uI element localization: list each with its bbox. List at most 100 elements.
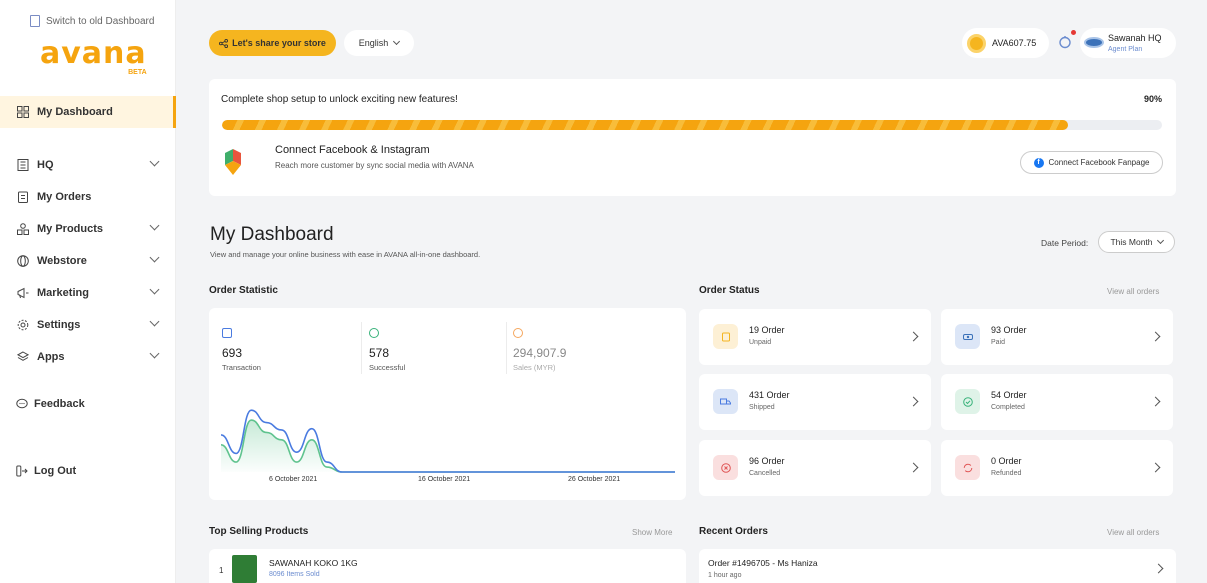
share-store-label: Let's share your store	[232, 38, 326, 48]
chevron-down-icon	[1156, 236, 1164, 245]
order-count: 431 Order	[749, 390, 790, 400]
logout-label: Log Out	[34, 465, 77, 477]
top-selling-title: Top Selling Products	[209, 526, 309, 537]
order-chart	[220, 409, 675, 473]
order-status-label: Cancelled	[749, 470, 781, 477]
notification-icon[interactable]	[1058, 35, 1072, 49]
chevron-right-icon	[1150, 462, 1161, 473]
sidebar-item-my-orders[interactable]: My Orders	[0, 181, 176, 212]
sidebar-item-webstore[interactable]: Webstore	[0, 245, 176, 276]
chevron-down-icon	[149, 284, 160, 295]
setup-card: Complete shop setup to unlock exciting n…	[209, 79, 1176, 196]
profile-menu[interactable]: Sawanah HQ Agent Plan	[1080, 28, 1176, 58]
unpaid-icon	[713, 324, 738, 349]
sidebar-item-marketing[interactable]: Marketing	[0, 277, 176, 308]
chevron-down-icon	[149, 316, 160, 327]
show-more-link[interactable]: Show More	[632, 528, 672, 537]
logo-text: avana	[40, 36, 147, 71]
date-period-select[interactable]: This Month	[1098, 231, 1175, 253]
setup-title: Complete shop setup to unlock exciting n…	[221, 94, 458, 105]
sidebar-item-my-products[interactable]: My Products	[0, 213, 176, 244]
order-status-refunded[interactable]: 0 Order Refunded	[941, 440, 1173, 496]
facebook-icon: f	[1033, 157, 1044, 168]
chevron-right-icon	[1153, 563, 1164, 574]
order-status-title: Order Status	[699, 285, 760, 296]
page-subtitle: View and manage your online business wit…	[210, 250, 481, 259]
order-status-paid[interactable]: 93 Order Paid	[941, 309, 1173, 365]
date-period-label: Date Period:	[1041, 238, 1089, 248]
switch-icon	[30, 15, 40, 27]
order-status-completed[interactable]: 54 Order Completed	[941, 374, 1173, 430]
gear-icon	[16, 318, 29, 331]
divider	[361, 322, 362, 374]
recent-order-row[interactable]: Order #1496705 - Ms Haniza 1 hour ago	[699, 549, 1176, 583]
product-rank: 1	[219, 566, 224, 575]
order-count: 19 Order	[749, 325, 785, 335]
profile-plan: Agent Plan	[1108, 46, 1143, 53]
grid-icon	[16, 106, 29, 119]
logout-icon	[16, 465, 28, 477]
setup-progress-bar	[222, 120, 1162, 130]
order-count: 54 Order	[991, 390, 1027, 400]
sales-icon	[513, 328, 523, 338]
cancel-icon	[713, 455, 738, 480]
notification-dot	[1071, 30, 1076, 35]
order-count: 96 Order	[749, 456, 785, 466]
chevron-down-icon	[393, 37, 401, 46]
connect-facebook-button[interactable]: f Connect Facebook Fanpage	[1020, 151, 1163, 174]
view-all-recent-orders-link[interactable]: View all orders	[1107, 528, 1159, 537]
order-statistic-card: 693 Transaction 578 Successful 294,907.9…	[209, 308, 686, 500]
boxes-icon	[16, 222, 29, 235]
stat-successful: 578 Successful	[369, 328, 405, 372]
logout-button[interactable]: Log Out	[16, 465, 76, 477]
stat-value: 578	[369, 346, 390, 360]
switch-old-dashboard-link[interactable]: Switch to old Dashboard	[30, 15, 154, 27]
order-status-label: Shipped	[749, 404, 775, 411]
recent-order-title: Order #1496705 - Ms Haniza	[708, 558, 818, 568]
paid-icon	[955, 324, 980, 349]
sidebar-item-apps[interactable]: Apps	[0, 341, 176, 372]
avana-logo[interactable]: avana BETA	[40, 36, 147, 76]
feedback-button[interactable]: Feedback	[16, 398, 85, 410]
date-tick-label: 26 October 2021	[568, 476, 621, 483]
order-statistic-title: Order Statistic	[209, 285, 278, 296]
order-status-label: Unpaid	[749, 339, 772, 346]
sidebar-item-label: My Dashboard	[37, 106, 113, 118]
feedback-label: Feedback	[34, 398, 85, 410]
language-select[interactable]: English	[344, 30, 414, 56]
sidebar-nav: My Dashboard HQ My Orders My Products We…	[0, 96, 176, 373]
stat-label: Successful	[369, 363, 406, 372]
chat-icon	[16, 398, 28, 409]
sidebar: Switch to old Dashboard avana BETA My Da…	[0, 0, 176, 583]
connect-title: Connect Facebook & Instagram	[275, 144, 430, 156]
chevron-right-icon	[908, 396, 919, 407]
recent-order-time: 1 hour ago	[708, 572, 742, 579]
page-title: My Dashboard	[210, 224, 334, 245]
share-icon	[219, 38, 229, 48]
share-store-button[interactable]: Let's share your store	[209, 30, 336, 56]
sidebar-item-hq[interactable]: HQ	[0, 149, 176, 180]
order-count: 93 Order	[991, 325, 1027, 335]
language-value: English	[358, 38, 389, 48]
product-sold-count: 8096 Items Sold	[269, 571, 320, 578]
sidebar-item-label: My Orders	[37, 190, 92, 203]
sidebar-item-settings[interactable]: Settings	[0, 309, 176, 340]
profile-name: Sawanah HQ	[1108, 33, 1162, 43]
sidebar-item-my-dashboard[interactable]: My Dashboard	[0, 96, 176, 128]
product-thumbnail	[232, 555, 257, 583]
product-row[interactable]: 1 SAWANAH KOKO 1KG 8096 Items Sold	[209, 549, 686, 583]
truck-icon	[713, 389, 738, 414]
setup-percent: 90%	[1143, 94, 1162, 104]
balance-chip[interactable]: AVA607.75	[962, 28, 1049, 58]
chevron-down-icon	[149, 252, 160, 263]
chevron-down-icon	[149, 156, 160, 167]
sidebar-item-label: HQ	[37, 158, 54, 171]
view-all-orders-link[interactable]: View all orders	[1107, 287, 1159, 296]
connect-subtitle: Reach more customer by sync social media…	[275, 161, 474, 170]
recent-orders-title: Recent Orders	[699, 526, 768, 537]
sidebar-item-label: Apps	[37, 350, 65, 363]
check-circle-icon	[369, 328, 379, 338]
order-status-cancelled[interactable]: 96 Order Cancelled	[699, 440, 931, 496]
order-status-shipped[interactable]: 431 Order Shipped	[699, 374, 931, 430]
order-status-unpaid[interactable]: 19 Order Unpaid	[699, 309, 931, 365]
